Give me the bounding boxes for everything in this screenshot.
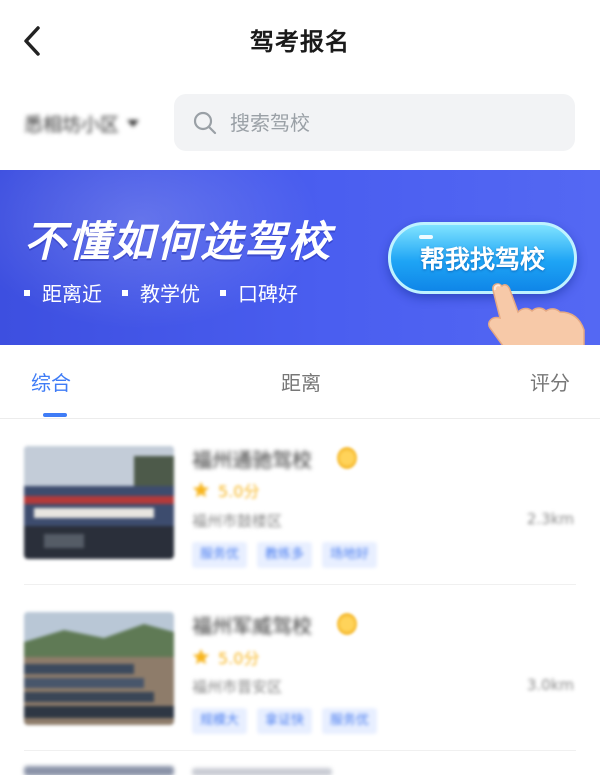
list-divider xyxy=(24,750,576,751)
location-selector[interactable]: 悉相坊小区 xyxy=(24,106,140,140)
tab-active-indicator xyxy=(43,413,67,417)
school-distance: 2.3km xyxy=(526,510,574,528)
search-input[interactable] xyxy=(230,110,530,135)
banner-tag: 距离近 xyxy=(24,278,102,307)
school-photo-image xyxy=(24,446,174,559)
star-icon xyxy=(192,481,210,498)
school-address: 福州市晋安区 xyxy=(192,678,283,696)
star-icon xyxy=(192,648,210,665)
school-name: 福州军威驾校 xyxy=(192,614,312,638)
nav-bar: 驾考报名 xyxy=(0,0,600,84)
crown-icon xyxy=(337,447,357,469)
banner-tag: 口碑好 xyxy=(220,278,298,307)
school-photo xyxy=(24,612,174,725)
school-name: 福州通驰驾校 xyxy=(192,448,312,472)
promo-banner[interactable]: 不懂如何选驾校 距离近 教学优 口碑好 帮我找驾校 xyxy=(0,170,600,345)
button-shine xyxy=(419,235,433,239)
school-photo xyxy=(24,446,174,559)
tab-comprehensive[interactable]: 综合 xyxy=(31,367,71,396)
school-tag: 规模大 xyxy=(192,708,248,734)
school-photo-image xyxy=(24,612,174,725)
next-item-photo-peek xyxy=(24,766,174,775)
school-tag: 服务优 xyxy=(322,708,378,734)
school-rating: 5.0分 xyxy=(192,478,259,502)
school-address: 福州市鼓楼区 xyxy=(192,512,283,530)
tab-distance[interactable]: 距离 xyxy=(281,367,321,396)
find-school-label: 帮我找驾校 xyxy=(419,245,545,274)
crown-icon xyxy=(337,613,357,635)
rating-value: 5.0分 xyxy=(218,482,260,501)
tab-rating[interactable]: 评分 xyxy=(530,367,570,396)
school-tags: 服务优 教练多 场地好 xyxy=(192,542,378,568)
next-item-title-peek xyxy=(192,768,332,775)
search-box[interactable] xyxy=(174,94,575,151)
caret-down-icon xyxy=(127,119,140,127)
search-row: 悉相坊小区 xyxy=(0,90,600,156)
rating-value: 5.0分 xyxy=(218,649,260,668)
pointing-hand-icon xyxy=(488,283,585,345)
school-tag: 服务优 xyxy=(192,542,248,568)
list-item[interactable]: 福州军威驾校 5.0分 福州市晋安区 3.0km 规模大 拿证快 服务优 xyxy=(0,590,600,760)
location-label: 悉相坊小区 xyxy=(24,113,120,136)
list-item[interactable]: 福州通驰驾校 5.0分 福州市鼓楼区 2.3km 服务优 教练多 场地好 xyxy=(0,420,600,590)
sort-tabs: 综合 距离 评分 xyxy=(0,345,600,419)
school-tag: 拿证快 xyxy=(257,708,313,734)
list-divider xyxy=(24,584,576,585)
banner-headline: 不懂如何选驾校 xyxy=(24,217,333,266)
banner-tags: 距离近 教学优 口碑好 xyxy=(24,278,298,307)
school-tag: 场地好 xyxy=(322,542,378,568)
school-tags: 规模大 拿证快 服务优 xyxy=(192,708,378,734)
page-title: 驾考报名 xyxy=(250,28,350,56)
school-rating: 5.0分 xyxy=(192,645,259,669)
search-icon xyxy=(193,111,217,134)
school-tag: 教练多 xyxy=(257,542,313,568)
school-distance: 3.0km xyxy=(526,676,574,694)
banner-tag: 教学优 xyxy=(122,278,200,307)
